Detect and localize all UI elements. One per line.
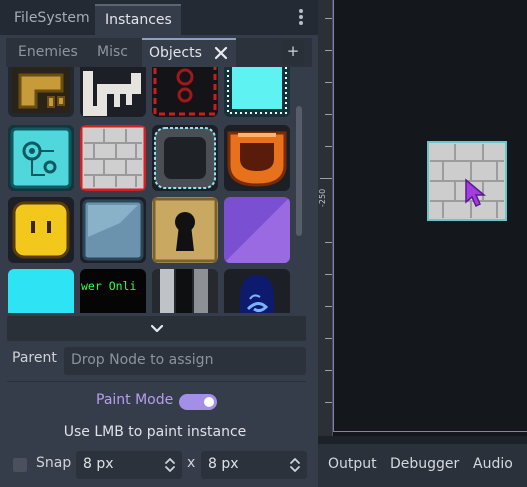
cyan-circuit-block-icon: [8, 125, 74, 191]
orange-pot-icon: [224, 125, 290, 191]
palette-tile[interactable]: [8, 125, 74, 191]
snap-separator: x: [187, 455, 196, 471]
bottom-tab-bar: Output Debugger Audio: [318, 444, 527, 487]
keyhole-lock-icon: [152, 197, 218, 263]
parent-label: Parent: [12, 350, 57, 366]
cyan-block-icon: [8, 269, 74, 313]
blue-portal-icon: [224, 269, 290, 313]
parent-drop-field[interactable]: Drop Node to assign: [64, 347, 306, 375]
sign-text: wer Onli: [81, 279, 137, 293]
vertical-ruler: -250: [318, 0, 333, 436]
palette-tile[interactable]: [152, 269, 218, 313]
dock-tab-bar: FileSystem Instances: [0, 0, 318, 35]
tab-enemies[interactable]: Enemies: [18, 38, 78, 67]
snap-y-stepper[interactable]: 8 px: [201, 451, 307, 479]
scene-viewport[interactable]: -250: [318, 0, 527, 436]
red-trap-crate-icon: [152, 67, 218, 117]
stone-brick-icon: [80, 125, 146, 191]
instances-dock: FileSystem Instances Enemies Misc Object…: [0, 0, 318, 487]
tab-debugger[interactable]: Debugger: [390, 456, 459, 472]
vertical-ellipsis-icon[interactable]: [296, 8, 306, 28]
tab-misc[interactable]: Misc: [97, 38, 128, 67]
stone-pillar-icon: [152, 269, 218, 313]
dark-metal-frame-icon: [152, 125, 218, 191]
palette-tile[interactable]: [8, 197, 74, 263]
paint-hint: Use LMB to paint instance: [63, 424, 247, 440]
palette-tab-bar: Enemies Misc Objects: [6, 38, 312, 67]
blue-ice-block-icon: [80, 197, 146, 263]
palette-tile[interactable]: [152, 67, 218, 117]
palette-tile[interactable]: [80, 197, 146, 263]
skeleton-key-icon: [80, 67, 146, 117]
scrollbar-thumb[interactable]: [296, 106, 302, 236]
palette-tile[interactable]: [224, 67, 290, 117]
cyan-dotted-block-icon: [224, 67, 290, 117]
palette-tile[interactable]: [80, 67, 146, 117]
object-palette: wer Onli: [7, 67, 306, 313]
snap-x-stepper[interactable]: 8 px: [76, 451, 182, 479]
add-tab-button[interactable]: +: [282, 40, 304, 65]
palette-tile[interactable]: [224, 125, 290, 191]
divider: [7, 381, 306, 382]
paint-mode-label: Paint Mode: [96, 392, 174, 408]
tab-filesystem[interactable]: FileSystem: [4, 4, 95, 35]
snap-checkbox[interactable]: [13, 458, 27, 472]
paint-mode-toggle[interactable]: [179, 394, 217, 410]
placed-stone-brick-instance[interactable]: [427, 141, 507, 221]
ruler-label: -250: [318, 188, 327, 208]
snap-x-value: 8 px: [83, 456, 114, 472]
key-pipe-icon: [12, 67, 70, 113]
stepper-arrows-icon: [290, 458, 300, 472]
palette-tile[interactable]: [224, 197, 290, 263]
tab-objects-label: Objects: [149, 45, 202, 61]
chevron-down-icon: [150, 324, 164, 333]
tab-output[interactable]: Output: [328, 456, 377, 472]
bottom-panel: Output Debugger Audio: [318, 436, 527, 487]
close-icon[interactable]: [212, 43, 230, 63]
palette-tile[interactable]: wer Onli: [80, 269, 146, 313]
palette-scrollbar[interactable]: [296, 73, 302, 307]
pointer-cursor-icon: [465, 178, 487, 208]
palette-tile[interactable]: [80, 125, 146, 191]
snap-label: Snap: [36, 455, 72, 471]
palette-tile[interactable]: [8, 67, 74, 117]
tab-objects[interactable]: Objects: [142, 38, 236, 67]
expand-palette-button[interactable]: [7, 316, 306, 341]
purple-slope-icon: [224, 197, 290, 263]
toggle-knob: [204, 397, 214, 407]
palette-tile[interactable]: [8, 269, 74, 313]
tab-audio[interactable]: Audio: [473, 456, 513, 472]
palette-tile[interactable]: [152, 125, 218, 191]
stepper-arrows-icon: [165, 458, 175, 472]
palette-tile[interactable]: [224, 269, 290, 313]
palette-tile[interactable]: [152, 197, 218, 263]
yellow-face-block-icon: [8, 197, 74, 263]
tab-instances[interactable]: Instances: [95, 4, 181, 35]
snap-y-value: 8 px: [208, 456, 239, 472]
